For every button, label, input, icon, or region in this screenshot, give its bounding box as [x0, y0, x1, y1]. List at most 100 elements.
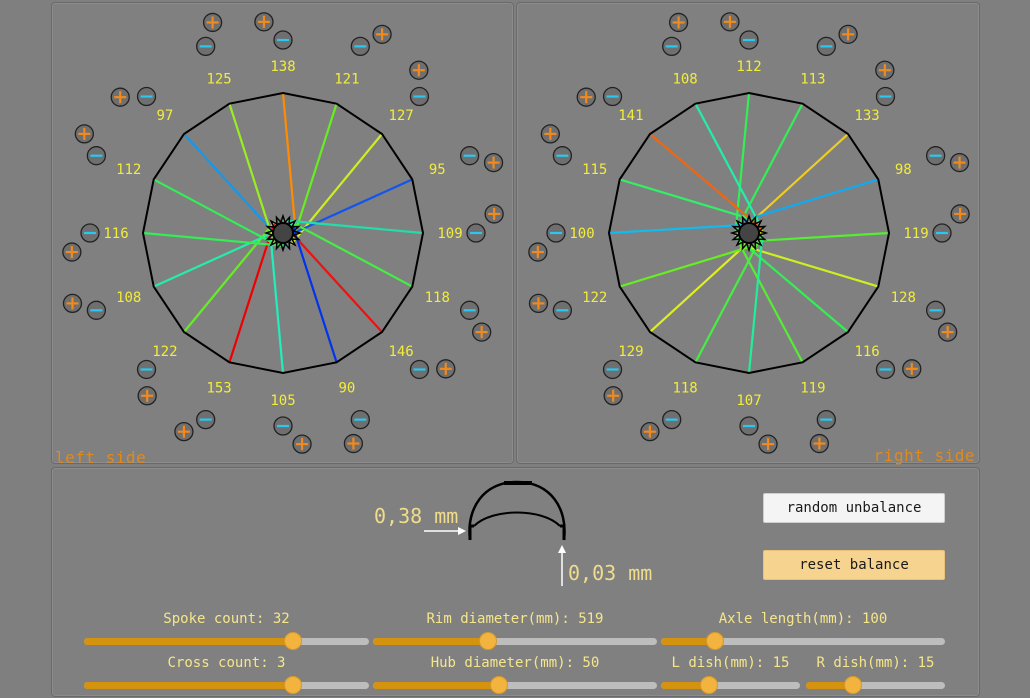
right-minus-tension-button[interactable]	[546, 223, 566, 243]
left-minus-tension-button[interactable]	[86, 300, 107, 320]
right-spoke-tension: 141	[618, 108, 643, 124]
left-minus-tension-button[interactable]	[86, 146, 107, 166]
left-minus-tension-button[interactable]	[136, 86, 157, 107]
right-minus-tension-button[interactable]	[662, 36, 682, 57]
cross-count-label: Cross count: 3	[167, 655, 286, 671]
left-plus-tension-button[interactable]	[472, 322, 492, 342]
right-plus-tension-button[interactable]	[668, 12, 689, 33]
right-minus-tension-button[interactable]	[816, 36, 836, 57]
axle-length-label: Axle length(mm): 100	[718, 611, 888, 627]
right-minus-tension-button[interactable]	[925, 146, 946, 166]
left-minus-tension-button[interactable]	[350, 36, 370, 57]
right-plus-tension-button[interactable]	[528, 293, 549, 314]
right-minus-tension-button[interactable]	[932, 223, 952, 243]
cross-count-thumb[interactable]	[284, 676, 303, 694]
right-dish-label: R dish(mm): 15	[816, 655, 935, 671]
left-minus-tension-button[interactable]	[466, 223, 486, 243]
right-spoke	[619, 243, 757, 288]
right-spoke-tension: 133	[854, 108, 879, 124]
right-plus-tension-button[interactable]	[758, 434, 778, 454]
right-minus-tension-button[interactable]	[662, 409, 682, 430]
right-minus-tension-button[interactable]	[875, 86, 896, 107]
left-spoke-tension: 109	[437, 226, 462, 242]
left-plus-tension-button[interactable]	[292, 434, 312, 454]
right-plus-tension-button[interactable]	[720, 12, 740, 32]
right-plus-tension-button[interactable]	[875, 60, 895, 80]
left-spoke-tension: 112	[116, 162, 141, 178]
axle-length-track[interactable]	[661, 632, 945, 650]
right-spoke-tension: 100	[569, 226, 594, 242]
left-plus-tension-button[interactable]	[484, 204, 504, 224]
left-plus-tension-button[interactable]	[137, 386, 157, 406]
left-plus-tension-button[interactable]	[436, 359, 456, 379]
right-spoke-tension: 119	[800, 380, 825, 396]
left-plus-tension-button[interactable]	[74, 124, 94, 144]
random-unbalance-button[interactable]: random unbalance	[763, 493, 945, 523]
left-spoke-tension: 95	[429, 162, 446, 178]
left-minus-tension-button[interactable]	[273, 416, 293, 436]
left-spoke-tension: 122	[152, 344, 177, 360]
right-minus-tension-button[interactable]	[552, 146, 573, 166]
left-minus-tension-button[interactable]	[409, 359, 430, 380]
rim-diameter-thumb[interactable]	[479, 632, 498, 650]
right-plus-tension-button[interactable]	[528, 242, 548, 262]
right-minus-tension-button[interactable]	[739, 416, 759, 436]
left-spoke-tension: 127	[388, 108, 413, 124]
left-minus-tension-button[interactable]	[459, 300, 480, 320]
right-spoke-tension: 129	[618, 344, 643, 360]
left-minus-tension-button[interactable]	[350, 409, 370, 430]
right-plus-tension-button[interactable]	[540, 124, 560, 144]
left-minus-tension-button[interactable]	[196, 36, 216, 57]
left-plus-tension-button[interactable]	[62, 242, 82, 262]
right-dish-thumb[interactable]	[843, 676, 862, 694]
right-plus-tension-button[interactable]	[576, 87, 596, 107]
right-plus-tension-button[interactable]	[938, 322, 958, 342]
reset-balance-button[interactable]: reset balance	[763, 550, 945, 580]
right-minus-tension-button[interactable]	[875, 359, 896, 380]
right-plus-tension-button[interactable]	[603, 386, 623, 406]
right-minus-tension-button[interactable]	[739, 30, 759, 50]
right-plus-tension-button[interactable]	[640, 422, 660, 442]
left-plus-tension-button[interactable]	[372, 24, 392, 44]
radial-arrowhead	[558, 545, 566, 553]
right-spoke-tension: 107	[736, 393, 761, 409]
left-spoke-tension: 118	[425, 290, 450, 306]
rim-diameter-track[interactable]	[373, 632, 657, 650]
right-spoke-tension: 115	[582, 162, 607, 178]
right-minus-tension-button[interactable]	[602, 86, 623, 107]
left-minus-tension-button[interactable]	[409, 86, 430, 107]
right-plus-tension-button[interactable]	[809, 433, 830, 454]
left-plus-tension-button[interactable]	[110, 87, 130, 107]
cross-count-track[interactable]	[84, 676, 369, 694]
left-minus-tension-button[interactable]	[459, 146, 480, 166]
left-minus-tension-button[interactable]	[196, 409, 216, 430]
right-plus-tension-button[interactable]	[949, 152, 970, 173]
right-plus-tension-button[interactable]	[902, 359, 922, 379]
left-dish-thumb[interactable]	[699, 676, 718, 694]
right-spoke-tension: 116	[854, 344, 879, 360]
left-dish-track[interactable]	[661, 676, 800, 694]
hub-diameter-thumb[interactable]	[490, 676, 509, 694]
left-plus-tension-button[interactable]	[202, 12, 223, 33]
right-minus-tension-button[interactable]	[925, 300, 946, 320]
left-minus-tension-button[interactable]	[136, 359, 157, 380]
left-plus-tension-button[interactable]	[343, 433, 364, 454]
right-minus-tension-button[interactable]	[816, 409, 836, 430]
left-plus-tension-button[interactable]	[483, 152, 504, 173]
left-plus-tension-button[interactable]	[174, 422, 194, 442]
left-plus-tension-button[interactable]	[62, 293, 83, 314]
right-plus-tension-button[interactable]	[950, 204, 970, 224]
hub-diameter-track[interactable]	[373, 676, 657, 694]
right-minus-tension-button[interactable]	[602, 359, 623, 380]
left-plus-tension-button[interactable]	[254, 12, 274, 32]
spoke-count-thumb[interactable]	[284, 632, 303, 650]
left-minus-tension-button[interactable]	[80, 223, 100, 243]
rim-right-hook	[560, 524, 566, 540]
left-minus-tension-button[interactable]	[273, 30, 293, 50]
right-plus-tension-button[interactable]	[838, 24, 858, 44]
spoke-count-track[interactable]	[84, 632, 369, 650]
axle-length-thumb[interactable]	[705, 632, 724, 650]
right-dish-track[interactable]	[806, 676, 945, 694]
left-plus-tension-button[interactable]	[409, 60, 429, 80]
right-minus-tension-button[interactable]	[552, 300, 573, 320]
